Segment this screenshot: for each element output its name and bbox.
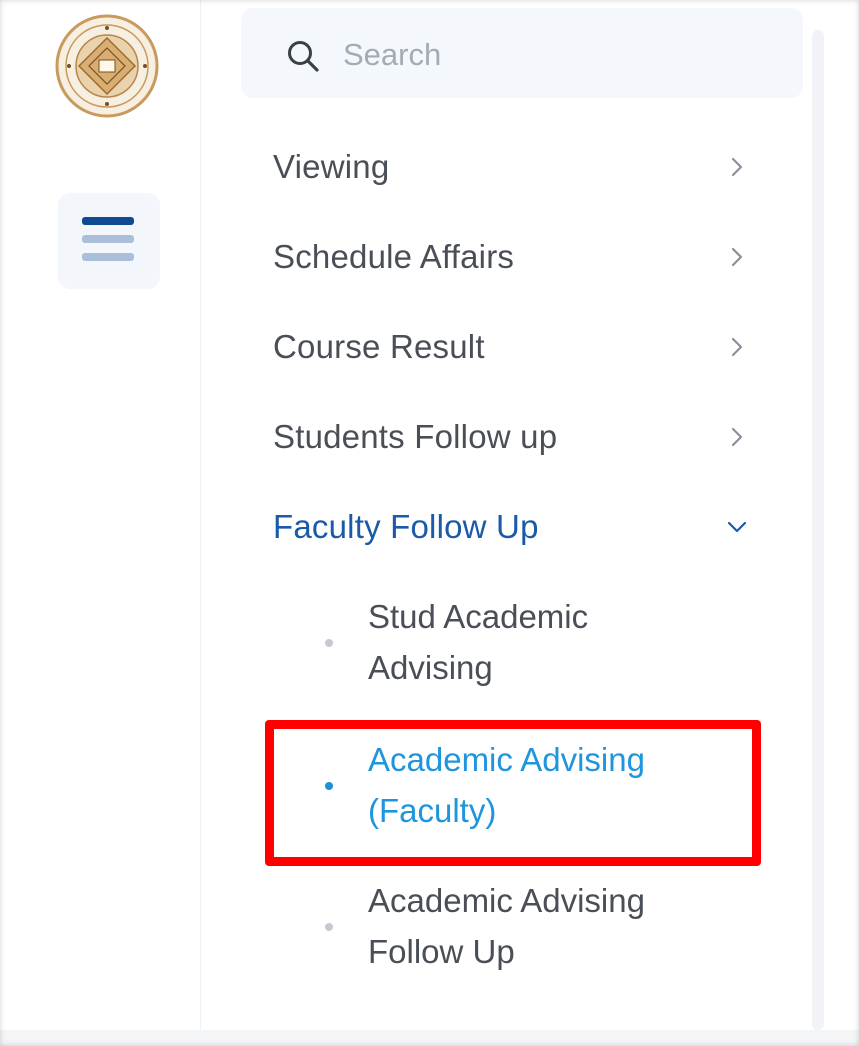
bullet-dot-icon — [325, 639, 333, 647]
chevron-right-icon — [731, 247, 743, 267]
sidebar-item-label: Faculty Follow Up — [273, 508, 539, 545]
submenu-item-label: Academic Advising Follow Up — [368, 882, 645, 970]
bullet-dot-icon — [325, 782, 333, 790]
app-window: Viewing Schedule Affairs Course Result S… — [0, 0, 859, 1046]
submenu-item-academic-advising-follow-up[interactable]: Academic Advising Follow Up — [321, 875, 741, 979]
sidebar-item-label: Course Result — [273, 328, 485, 365]
sidebar-item-course-result[interactable]: Course Result — [273, 317, 753, 377]
sidebar-item-label: Students Follow up — [273, 418, 558, 455]
hamburger-menu-icon-bar — [82, 253, 134, 261]
bottom-edge — [0, 1030, 859, 1046]
submenu-item-label: Academic Advising (Faculty) — [368, 741, 645, 829]
bullet-dot-icon — [325, 923, 333, 931]
sidebar-item-faculty-follow-up[interactable]: Faculty Follow Up — [273, 497, 753, 557]
submenu-item-academic-advising-faculty[interactable]: Academic Advising (Faculty) — [321, 734, 741, 838]
sidebar-item-label: Schedule Affairs — [273, 238, 515, 275]
hamburger-menu-button[interactable] — [58, 193, 160, 289]
submenu-item-label: Stud Academic Advising — [368, 598, 589, 686]
sidebar-item-viewing[interactable]: Viewing — [273, 137, 753, 197]
hamburger-menu-icon — [82, 217, 134, 225]
sidebar-item-label: Viewing — [273, 148, 390, 185]
icon-rail — [0, 0, 201, 1046]
university-seal-logo[interactable] — [55, 14, 159, 118]
search-icon — [288, 41, 319, 72]
search-input[interactable] — [343, 30, 763, 80]
sidebar-item-schedule-affairs[interactable]: Schedule Affairs — [273, 227, 753, 287]
chevron-right-icon — [731, 157, 743, 177]
chevron-right-icon — [731, 427, 743, 447]
chevron-right-icon — [731, 337, 743, 357]
submenu-item-stud-academic-advising[interactable]: Stud Academic Advising — [321, 591, 741, 695]
sidebar-menu-panel: Viewing Schedule Affairs Course Result S… — [201, 0, 811, 1046]
hamburger-menu-icon-bar — [82, 235, 134, 243]
chevron-down-icon — [727, 521, 747, 533]
sidebar-item-students-follow-up[interactable]: Students Follow up — [273, 407, 753, 467]
scrollbar[interactable] — [812, 30, 824, 1030]
search-box[interactable] — [241, 8, 803, 98]
